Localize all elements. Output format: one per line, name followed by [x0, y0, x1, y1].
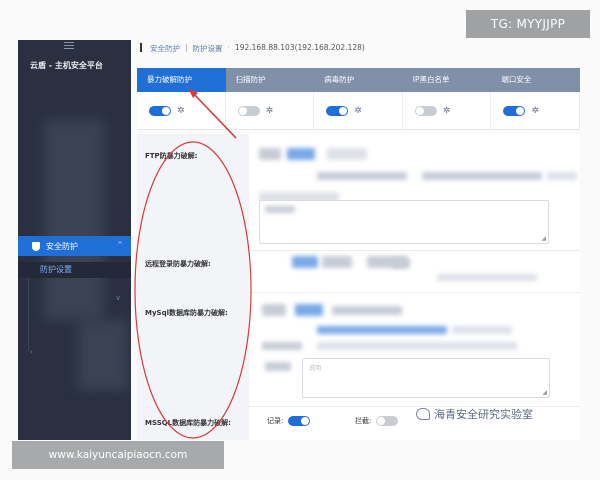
menu-icon[interactable]: [64, 42, 74, 49]
blurred-text: [265, 206, 295, 213]
blurred-text: [317, 326, 447, 334]
resize-grip-icon[interactable]: ◢: [541, 235, 546, 242]
mysql-section-label: MySql数据库防暴力破解:: [145, 309, 228, 317]
blurred-text: [317, 172, 407, 180]
watermark-bottom: www.kaiyuncaipiaocn.com: [12, 441, 224, 469]
blurred-text: [547, 172, 577, 180]
blurred-control: [292, 256, 318, 268]
toggle-cell: ✲: [226, 92, 315, 129]
watermark-top: TG: MYYJJPP: [466, 10, 590, 38]
platform-title: 云盾 - 主机安全平台: [30, 61, 103, 70]
breadcrumb: 安全防护 | 防护设置 · 192.168.88.103(192.168.202…: [140, 43, 365, 54]
virus-toggle[interactable]: [326, 105, 349, 116]
sidebar-item-label: 安全防护: [46, 241, 78, 251]
sidebar-item-protect-settings[interactable]: 防护设置: [18, 262, 131, 278]
sidebar-blur-region: [44, 120, 104, 320]
section-divider: [249, 250, 580, 251]
sidebar: 云盾 - 主机安全平台 安全防护 ^ 防护设置 v ›: [18, 40, 131, 440]
protection-tabs: 暴力破解防护 扫描防护 病毒防护 IP黑白名单 端口安全: [137, 68, 580, 92]
mssql-record-option: 记录:: [267, 416, 311, 426]
scan-toggle[interactable]: [237, 105, 260, 116]
tab-toggle-row: ✲ ✲ ✲ ✲ ✲: [137, 92, 580, 130]
tab-brute-force[interactable]: 暴力破解防护: [137, 68, 226, 92]
mssql-record-toggle[interactable]: [288, 416, 311, 426]
ip-list-toggle[interactable]: [414, 105, 437, 116]
blurred-control: [322, 256, 352, 268]
brute-force-toggle[interactable]: [149, 105, 171, 116]
breadcrumb-current: 防护设置: [192, 44, 223, 53]
ftp-whitelist-textarea[interactable]: ◢: [259, 200, 549, 244]
resize-grip-icon[interactable]: ◢: [542, 389, 547, 396]
mssql-block-toggle[interactable]: [376, 416, 399, 426]
gear-icon[interactable]: ✲: [354, 106, 362, 116]
gear-icon[interactable]: ✲: [443, 106, 451, 116]
port-security-toggle[interactable]: [503, 105, 526, 116]
breadcrumb-root[interactable]: 安全防护: [150, 43, 180, 54]
shield-icon: [32, 241, 40, 251]
remote-login-section-label: 远程登录防暴力破解:: [145, 260, 211, 268]
blurred-text: [265, 362, 291, 371]
breadcrumb-separator: ·: [227, 43, 230, 52]
blurred-text: [317, 342, 517, 350]
toggle-cell: ✲: [491, 92, 580, 129]
chevron-right-icon: ›: [30, 348, 33, 356]
blurred-text: [452, 326, 512, 334]
block-label: 拦截:: [355, 417, 372, 425]
gear-icon[interactable]: ✲: [266, 106, 274, 116]
toggle-cell: ✲: [403, 92, 492, 129]
tab-ip-list[interactable]: IP黑白名单: [403, 68, 492, 92]
blurred-control: [327, 148, 367, 160]
blurred-control: [295, 304, 323, 316]
blurred-control: [392, 258, 410, 268]
toggle-cell: ✲: [314, 92, 403, 129]
tab-port-security[interactable]: 端口安全: [491, 68, 580, 92]
blurred-control: [259, 148, 281, 160]
sidebar-blur-region-2: [78, 320, 128, 390]
breadcrumb-separator: |: [185, 43, 188, 52]
mssql-block-option: 拦截:: [355, 416, 399, 426]
mysql-whitelist-textarea[interactable]: 说明 ◢: [302, 358, 550, 398]
blurred-text: [437, 274, 537, 281]
textarea-placeholder: 说明: [309, 365, 322, 372]
blurred-text: [262, 342, 302, 350]
ftp-section-label: FTP防暴力破解:: [145, 152, 198, 160]
gear-icon[interactable]: ✲: [177, 106, 185, 116]
gear-icon[interactable]: ✲: [531, 106, 539, 116]
settings-content: FTP防暴力破解: ◢ 远程登录防暴力破解: MySql数据库防暴力破解: 说明…: [137, 134, 580, 440]
record-label: 记录:: [267, 417, 284, 425]
mssql-section-label: MSSQL数据库防暴力破解:: [145, 419, 231, 427]
chevron-up-icon: ^: [117, 241, 123, 249]
tab-scan-protection[interactable]: 扫描防护: [226, 68, 315, 92]
breadcrumb-marker: [140, 43, 142, 52]
host-ip: 192.168.88.103(192.168.202.128): [234, 43, 365, 52]
chevron-down-icon: v: [116, 294, 121, 302]
blurred-control: [287, 148, 315, 160]
chat-bubble-icon: [416, 408, 430, 420]
section-divider: [249, 292, 580, 293]
sidebar-item-security[interactable]: 安全防护 ^: [18, 236, 131, 256]
watermark-lab-text: 海青安全研究实验室: [434, 408, 533, 421]
blurred-control: [262, 304, 286, 316]
toggle-cell: ✲: [137, 92, 226, 129]
blurred-text: [422, 172, 542, 180]
blurred-text: [332, 306, 402, 315]
section-label-column: [137, 134, 249, 440]
tab-virus-protection[interactable]: 病毒防护: [314, 68, 403, 92]
watermark-lab: 海青安全研究实验室: [416, 406, 533, 422]
screenshot-stage: 云盾 - 主机安全平台 安全防护 ^ 防护设置 v › 安全防护 | 防护设置 …: [0, 0, 600, 480]
